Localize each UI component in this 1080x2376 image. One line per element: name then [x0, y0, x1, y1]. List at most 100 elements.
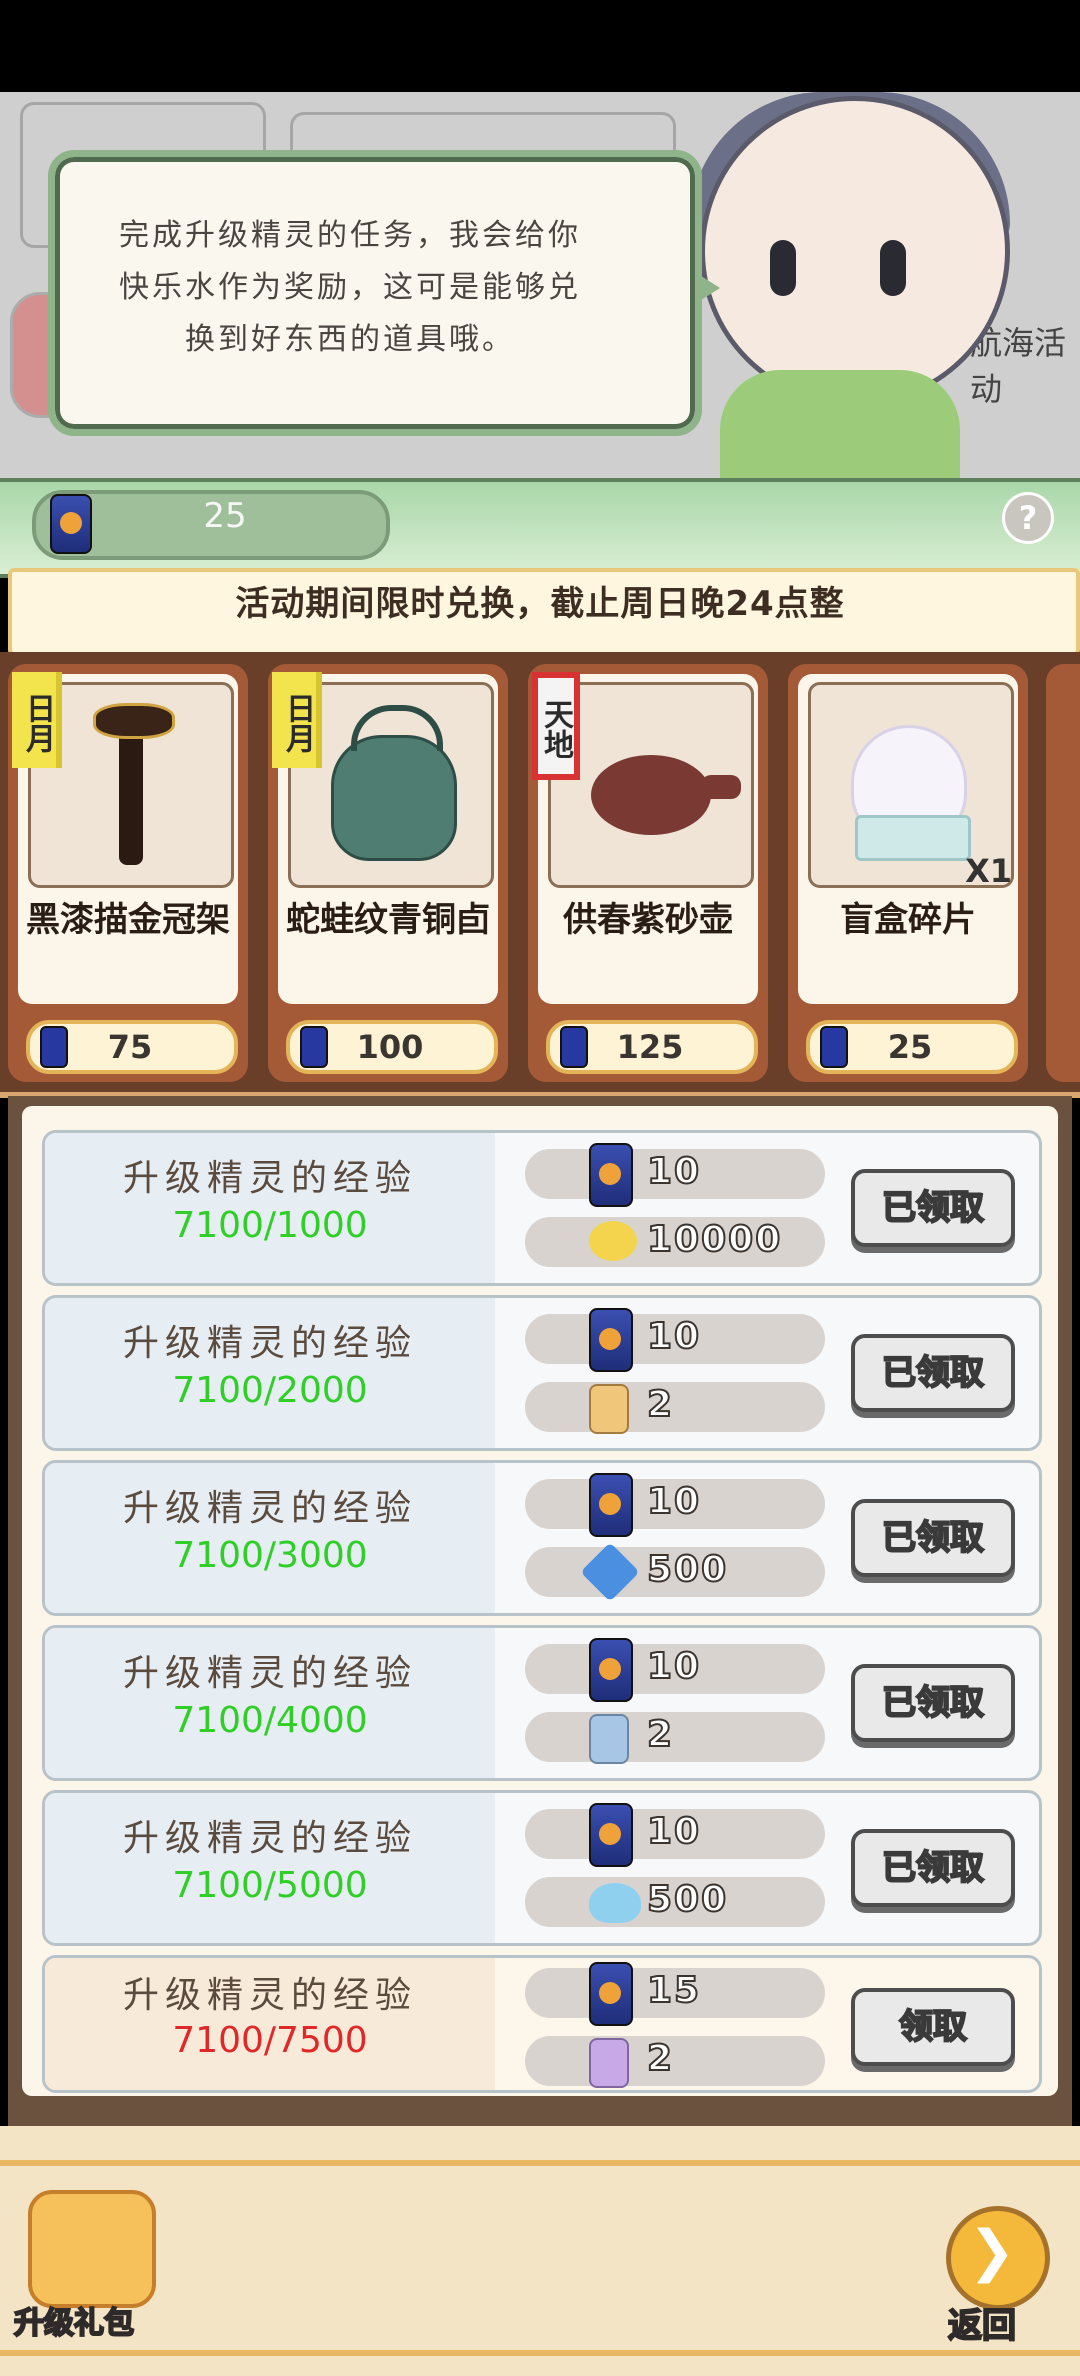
task-title: 升级精灵的经验: [122, 1653, 417, 1694]
bottom-bar-border: [0, 2350, 1080, 2356]
crown-stand-top: [93, 703, 175, 739]
item-quantity: X1: [965, 852, 1012, 890]
reward-slot: 500: [525, 1542, 825, 1602]
reward-slot: 10: [525, 1803, 825, 1867]
reward-slot: 15: [525, 1962, 825, 2026]
bottom-bar-border: [0, 2160, 1080, 2166]
item-tag: 天地: [532, 672, 580, 780]
item-name: 供春紫砂壶: [563, 900, 733, 940]
pet-food-bag-icon: [589, 1714, 629, 1764]
reward-value: 10000: [646, 1218, 783, 1261]
claimed-button[interactable]: 已领取: [851, 1829, 1015, 1907]
item-price: 25: [806, 1020, 1018, 1074]
task-row: 升级精灵的经验 7100/4000 10 2 已领取: [42, 1625, 1042, 1781]
teapot-icon: [591, 755, 711, 835]
soda-can-icon: [589, 1473, 633, 1537]
item-price: 125: [546, 1020, 758, 1074]
reward-slot: 2: [525, 1382, 825, 1434]
claim-button[interactable]: 领取: [851, 1988, 1015, 2066]
shop-item-card[interactable]: 天地 供春紫砂壶 125: [528, 664, 768, 1082]
soda-can-icon: [300, 1026, 328, 1068]
shop-item-card[interactable]: 日月 蛇蛙纹青铜卣 100: [268, 664, 508, 1082]
item-price: 100: [286, 1020, 498, 1074]
task-row: 升级精灵的经验 7100/5000 10 500 已领取: [42, 1790, 1042, 1946]
task-progress: 7100/7500: [172, 2020, 368, 2061]
claimed-button[interactable]: 已领取: [851, 1169, 1015, 1247]
task-progress: 7100/4000: [172, 1700, 368, 1741]
item-tag: 日月: [272, 672, 322, 768]
task-title: 升级精灵的经验: [122, 1818, 417, 1859]
reward-value: 10: [646, 1645, 702, 1688]
status-bar: [0, 0, 1080, 92]
diamond-icon: [580, 1542, 640, 1602]
reward-value: 10: [646, 1480, 702, 1523]
soda-can-icon: [40, 1026, 68, 1068]
soda-can-icon: [589, 1308, 633, 1372]
soda-can-icon: [589, 1962, 633, 2026]
task-progress: 7100/5000: [172, 1865, 368, 1906]
soda-can-icon: [560, 1026, 588, 1068]
task-row: 升级精灵的经验 7100/3000 10 500 已领取: [42, 1460, 1042, 1616]
reward-slot: 10: [525, 1473, 825, 1537]
npc-eye: [880, 240, 906, 296]
shop-item-card[interactable]: X1 盲盒碎片 25: [788, 664, 1028, 1082]
upgrade-gift-label[interactable]: 升级礼包: [13, 2298, 135, 2342]
flower-coin-icon: [589, 1221, 637, 1261]
dialog-line: 完成升级精灵的任务，我会给你: [119, 218, 581, 253]
teapot-spout: [701, 775, 741, 799]
back-label[interactable]: 返回: [947, 2298, 1017, 2347]
reward-value: 15: [646, 1969, 702, 2012]
item-tag: 日月: [12, 672, 62, 768]
slime-icon: [589, 1883, 641, 1923]
soda-can-icon: [589, 1803, 633, 1867]
reward-value: 500: [646, 1878, 729, 1921]
help-button[interactable]: ?: [1002, 492, 1054, 544]
item-name: 盲盒碎片: [840, 900, 976, 940]
reward-slot: 10: [525, 1143, 825, 1207]
upgrade-gift-icon[interactable]: [28, 2190, 156, 2308]
npc-body: [720, 370, 960, 490]
dialog-line: 换到好东西的道具哦。: [185, 322, 515, 357]
shop-item-card[interactable]: 日月 黑漆描金冠架 75: [8, 664, 248, 1082]
soda-can-icon: [820, 1026, 848, 1068]
task-row: 升级精灵的经验 7100/7500 15 2 领取: [42, 1955, 1042, 2093]
reward-value: 2: [646, 2037, 675, 2080]
price-value: 100: [356, 1028, 424, 1066]
task-progress: 7100/1000: [172, 1205, 368, 1246]
task-progress: 7100/2000: [172, 1370, 368, 1411]
reward-value: 10: [646, 1810, 702, 1853]
currency-count: 25: [203, 496, 247, 536]
claimed-button[interactable]: 已领取: [851, 1499, 1015, 1577]
task-title: 升级精灵的经验: [122, 1975, 417, 2016]
reward-slot: 10: [525, 1638, 825, 1702]
reward-slot: 2: [525, 1712, 825, 1764]
price-value: 75: [107, 1028, 153, 1066]
task-title: 升级精灵的经验: [122, 1323, 417, 1364]
dialog-line: 快乐水作为奖励，这可是能够兑: [119, 270, 581, 305]
reward-slot: 10000: [525, 1217, 825, 1267]
shop-item-card-partial[interactable]: [1046, 664, 1080, 1082]
npc-character: [700, 96, 1010, 406]
food-bag-icon: [589, 1384, 629, 1434]
reward-value: 500: [646, 1548, 729, 1591]
npc-eye: [770, 240, 796, 296]
bronze-vessel-icon: [331, 735, 457, 861]
back-arrow-icon[interactable]: ❯: [962, 2222, 1022, 2282]
claimed-button[interactable]: 已领取: [851, 1664, 1015, 1742]
purple-bag-icon: [589, 2038, 629, 2088]
dialog-text: 完成升级精灵的任务，我会给你 快乐水作为奖励，这可是能够兑 换到好东西的道具哦。: [90, 210, 610, 366]
bronze-vessel-handle: [351, 705, 443, 751]
claimed-button[interactable]: 已领取: [851, 1334, 1015, 1412]
item-name: 蛇蛙纹青铜卣: [286, 900, 490, 940]
item-price: 75: [26, 1020, 238, 1074]
task-title: 升级精灵的经验: [122, 1158, 417, 1199]
blind-box-base: [855, 815, 971, 861]
reward-value: 10: [646, 1315, 702, 1358]
reward-value: 10: [646, 1150, 702, 1193]
task-progress: 7100/3000: [172, 1535, 368, 1576]
soda-can-icon: [50, 494, 92, 554]
price-value: 125: [616, 1028, 684, 1066]
soda-can-icon: [589, 1638, 633, 1702]
reward-value: 2: [646, 1713, 675, 1756]
notice-text: 活动期间限时兑换，截止周日晚24点整: [235, 584, 845, 624]
